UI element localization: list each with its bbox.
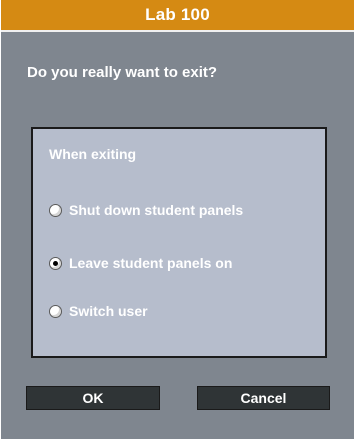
exit-question: Do you really want to exit? [27, 64, 218, 81]
ok-button[interactable]: OK [26, 386, 160, 410]
group-title: When exiting [49, 146, 137, 162]
option-leave-student-panels-on[interactable]: Leave student panels on [49, 253, 232, 273]
cancel-button[interactable]: Cancel [197, 386, 330, 410]
radio-button[interactable] [49, 203, 62, 217]
radio-button[interactable] [49, 304, 62, 318]
option-switch-user[interactable]: Switch user [49, 301, 148, 321]
radio-button[interactable] [49, 256, 62, 270]
exit-dialog: Lab 100 Do you really want to exit? When… [1, 0, 354, 439]
exit-options-group: When exiting Shut down student panels Le… [31, 127, 327, 358]
option-shut-down-student-panels[interactable]: Shut down student panels [49, 200, 243, 220]
option-label: Shut down student panels [69, 202, 244, 218]
option-label: Leave student panels on [69, 255, 233, 271]
dialog-title: Lab 100 [1, 0, 354, 32]
option-label: Switch user [69, 303, 148, 319]
